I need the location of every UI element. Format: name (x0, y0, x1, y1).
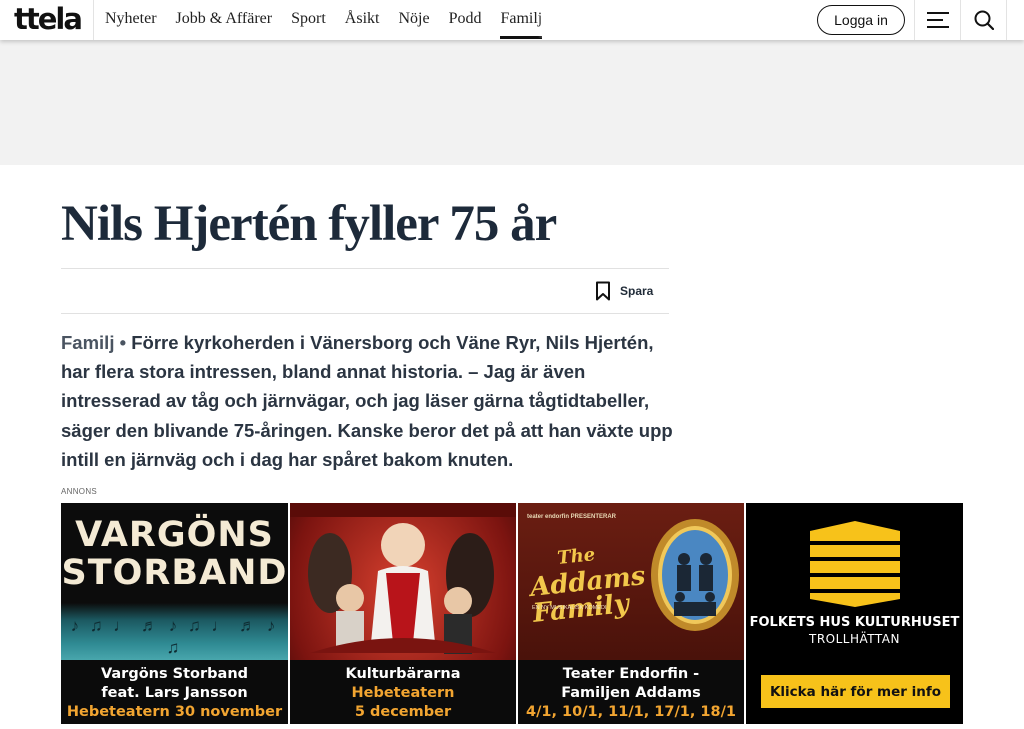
hamburger-menu-icon (926, 12, 949, 28)
ad-caption: Kulturbärarna Hebeteatern 5 december (290, 660, 516, 724)
ad-headline: VARGÖNS (75, 515, 274, 555)
site-logo[interactable]: ttela (14, 2, 83, 36)
save-button[interactable]: Spara (595, 280, 653, 302)
ad-caption: Teater Endorfin - Familjen Addams 4/1, 1… (518, 660, 744, 724)
ad-subtitle: EN NY MUSIKALISK KOMEDI (532, 605, 607, 611)
article-title: Nils Hjertén fyller 75 år (61, 196, 557, 252)
lead-text: Förre kyrkoherden i Vänersborg och Väne … (61, 332, 673, 470)
portrait-frame-image (651, 519, 739, 631)
header-divider (1006, 0, 1007, 40)
top-ad-placeholder (0, 40, 1024, 165)
ad-label: ANNONS (61, 487, 98, 496)
music-notes-graphic: ♪ ♫ ♩ ♬ ♪ ♫ ♩ ♬ ♪ ♫♬ ♪ ♩ ♫ ♬ ♪ ♩ ♫ ♬ (70, 616, 279, 657)
nav-item-jobb-affarer[interactable]: Jobb & Affärer (176, 0, 273, 40)
nav-item-sport[interactable]: Sport (291, 0, 326, 40)
site-header: ttela Nyheter Jobb & Affärer Sport Åsikt… (0, 0, 1024, 40)
nav-overflow-fade (538, 0, 562, 38)
ad-caption-line: 4/1, 10/1, 11/1, 17/1, 18/1 (526, 704, 736, 720)
ad-caption-line: Hebeteatern (351, 685, 455, 701)
ad-tile-folkets-hus[interactable]: FOLKETS HUS KULTURHUSET TROLLHÄTTAN Klic… (746, 503, 963, 724)
ad-venue-city: TROLLHÄTTAN (809, 632, 900, 646)
ad-caption-line: Familjen Addams (561, 685, 701, 701)
divider (61, 268, 669, 269)
ad-script-title: The Addams Family (528, 544, 647, 629)
ad-tile-kulturbararna[interactable]: Kulturbärarna Hebeteatern 5 december (290, 503, 516, 724)
ad-headline: STORBAND (61, 553, 288, 593)
performers-image (290, 503, 516, 654)
ad-caption-line: Teater Endorfin - (562, 666, 700, 682)
main-nav: Nyheter Jobb & Affärer Sport Åsikt Nöje … (105, 0, 561, 40)
login-button[interactable]: Logga in (817, 5, 905, 35)
more-info-button[interactable]: Klicka här för mer info (761, 675, 950, 708)
article-lead: Familj • Förre kyrkoherden i Vänersborg … (61, 328, 673, 474)
search-icon (974, 10, 994, 30)
divider (61, 313, 669, 314)
article-category[interactable]: Familj (61, 332, 114, 353)
ad-banner-row: VARGÖNS STORBAND ♪ ♫ ♩ ♬ ♪ ♫ ♩ ♬ ♪ ♫♬ ♪ … (61, 503, 963, 724)
header-divider (93, 0, 94, 40)
ad-caption-line: 5 december (354, 704, 452, 720)
nav-item-noje[interactable]: Nöje (398, 0, 429, 40)
ad-caption-line: Vargöns Storband (100, 666, 249, 682)
menu-button[interactable] (915, 0, 960, 40)
ad-caption: Vargöns Storband feat. Lars Jansson Hebe… (61, 660, 288, 724)
ad-tile-addams-family[interactable]: teater endorfin PRESENTERAR The Addams F… (518, 503, 744, 724)
category-bullet: • (119, 332, 127, 353)
bookmark-icon (596, 281, 610, 301)
search-button[interactable] (961, 0, 1006, 40)
ad-tile-vargons-storband[interactable]: VARGÖNS STORBAND ♪ ♫ ♩ ♬ ♪ ♫ ♩ ♬ ♪ ♫♬ ♪ … (61, 503, 288, 724)
save-label: Spara (620, 284, 654, 298)
ad-caption-line: Hebeteatern 30 november (66, 704, 283, 720)
ad-kicker: teater endorfin PRESENTERAR (527, 514, 617, 520)
kulturhuset-logo (810, 521, 900, 607)
ad-caption-line: Kulturbärarna (345, 666, 461, 682)
ad-venue-name: FOLKETS HUS KULTURHUSET (749, 615, 960, 630)
nav-item-asikt[interactable]: Åsikt (345, 0, 380, 40)
nav-item-nyheter[interactable]: Nyheter (105, 0, 157, 40)
nav-item-podd[interactable]: Podd (449, 0, 482, 40)
ad-caption-line: feat. Lars Jansson (101, 685, 248, 701)
nav-item-familj[interactable]: Familj (500, 0, 542, 40)
